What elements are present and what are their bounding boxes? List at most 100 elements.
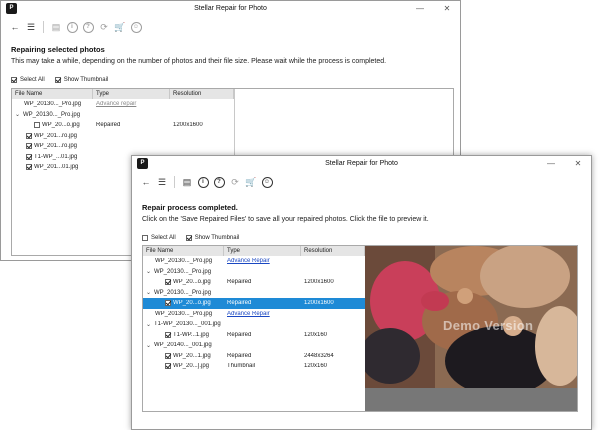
resolution: 120x160 xyxy=(304,331,328,338)
close-icon[interactable]: ✕ xyxy=(440,3,454,14)
file-name-cell: ⌄ WP_20130..._Pro.jpg xyxy=(143,289,224,297)
table-row[interactable]: ⌄ WP_20130..._Pro.jpg xyxy=(143,288,365,299)
advance-repair-link[interactable]: Advance Repair xyxy=(227,258,270,264)
file-name: WP_201...ro.jpg xyxy=(34,132,78,139)
chevron-down-icon[interactable]: ⌄ xyxy=(15,111,21,118)
table-row[interactable]: WP_201...ro.jpg xyxy=(12,141,453,152)
column-header-type[interactable]: Type xyxy=(224,246,301,256)
chevron-down-icon[interactable]: ⌄ xyxy=(146,268,152,275)
save-files-icon[interactable]: ▤ xyxy=(50,21,62,33)
type-cell: Advance Repair xyxy=(224,311,301,317)
file-name-cell: ⌄ WP_20130..._Pro.jpg xyxy=(12,111,93,119)
file-name: WP_20...o.jpg xyxy=(173,279,211,286)
file-name-cell: WP_201...ro.jpg xyxy=(12,132,93,139)
cart-icon[interactable]: 🛒 xyxy=(245,176,257,188)
advance-repair-link[interactable]: Advance Repair xyxy=(227,311,270,317)
menu-icon[interactable]: ☰ xyxy=(156,176,168,188)
back-arrow-icon[interactable]: ← xyxy=(140,176,152,188)
window-title: Stellar Repair for Photo xyxy=(194,5,267,12)
table-row[interactable]: WP_20...1.jpg Repaired 2448x3264 xyxy=(143,351,365,362)
help-icon[interactable]: ? xyxy=(82,21,94,33)
minimize-icon[interactable]: — xyxy=(413,3,427,14)
resolution: 1200x1600 xyxy=(173,122,203,129)
table-row[interactable]: ⌄ WP_20130..._Pro.jpg xyxy=(143,267,365,278)
cart-icon[interactable]: 🛒 xyxy=(114,21,126,33)
info-icon[interactable]: i xyxy=(66,21,78,33)
refresh-icon[interactable]: ⟳ xyxy=(98,21,110,33)
info-icon[interactable]: i xyxy=(197,176,209,188)
save-files-icon[interactable]: ▤ xyxy=(181,176,193,188)
resolution: 1200x1600 xyxy=(304,279,334,286)
table-row-selected[interactable]: WP_20...o.jpg Repaired 1200x1600 xyxy=(143,298,365,309)
checkbox-icon[interactable] xyxy=(165,279,171,286)
file-name-cell: ⌄ WP_20140..._001.jpg xyxy=(143,342,224,349)
file-name-cell: T1-WP_...01.jpg xyxy=(12,153,93,160)
checkbox-icon[interactable] xyxy=(165,331,171,338)
file-name: WP_201...01.jpg xyxy=(34,164,79,171)
type: Repaired xyxy=(227,331,252,338)
column-header-file-name[interactable]: File Name xyxy=(143,246,224,256)
chevron-down-icon[interactable]: ⌄ xyxy=(146,342,152,349)
checkbox-icon[interactable] xyxy=(26,143,32,150)
select-all-checkbox[interactable]: Select All xyxy=(142,235,176,241)
help-icon[interactable]: ? xyxy=(213,176,225,188)
file-name: T1-WP_20130..._001.jpg xyxy=(154,321,221,328)
table-row[interactable]: WP_20...o.jpg Repaired 1200x1600 xyxy=(12,120,453,131)
file-name: WP_20...o.jpg xyxy=(42,122,80,129)
menu-icon[interactable]: ☰ xyxy=(25,21,37,33)
select-all-checkbox[interactable]: Select All xyxy=(11,77,45,83)
table-row[interactable]: WP_20130..._Pro.jpg Advance Repair xyxy=(143,309,365,320)
type-cell: Advance repair xyxy=(93,101,170,107)
chevron-down-icon[interactable]: ⌄ xyxy=(146,321,152,328)
advance-repair-link[interactable]: Advance repair xyxy=(96,101,136,107)
file-name: WP_20...1.jpg xyxy=(173,352,211,359)
table-row[interactable]: WP_20130..._Pro.jpg Advance Repair xyxy=(143,256,365,267)
status-message: This may take a while, depending on the … xyxy=(11,58,387,65)
chevron-down-icon[interactable]: ⌄ xyxy=(146,289,152,296)
refresh-icon[interactable]: ⟳ xyxy=(229,176,241,188)
table-row[interactable]: ⌄ T1-WP_20130..._001.jpg xyxy=(143,319,365,330)
checkbox-icon xyxy=(185,235,192,241)
table-row[interactable]: T1-WP...1.jpg Repaired 120x160 xyxy=(143,330,365,341)
file-rows: WP_20130..._Pro.jpg Advance Repair ⌄ WP_2… xyxy=(143,256,365,372)
account-icon[interactable]: ☺ xyxy=(130,21,142,33)
resolution: 120x160 xyxy=(304,363,328,370)
table-row[interactable]: ⌄ WP_20130..._Pro.jpg xyxy=(12,110,453,121)
file-name-cell: WP_201...01.jpg xyxy=(12,164,93,171)
file-name-cell: WP_201...ro.jpg xyxy=(12,143,93,150)
table-row[interactable]: WP_20130..._Pro.jpg Advance repair xyxy=(12,99,453,110)
show-thumbnail-checkbox[interactable]: Show Thumbnail xyxy=(54,77,108,83)
show-thumbnail-label: Show Thumbnail xyxy=(194,235,240,241)
table-row[interactable]: ⌄ WP_20140..._001.jpg xyxy=(143,340,365,351)
column-header-type[interactable]: Type xyxy=(93,89,170,99)
checkbox-icon[interactable] xyxy=(34,122,40,129)
checkbox-icon xyxy=(11,77,17,83)
file-name: WP_201...ro.jpg xyxy=(34,143,78,150)
table-row[interactable]: WP_201...ro.jpg xyxy=(12,131,453,142)
toolbar: ← ☰ ▤ i ? ⟳ 🛒 ☺ xyxy=(1,17,460,37)
table-row[interactable]: WP_20...o.jpg Repaired 1200x1600 xyxy=(143,277,365,288)
column-header-resolution[interactable]: Resolution xyxy=(301,246,365,256)
account-icon[interactable]: ☺ xyxy=(261,176,273,188)
file-name-cell: WP_20...o.jpg xyxy=(12,122,93,129)
list-options: Select All Show Thumbnail xyxy=(142,235,239,241)
checkbox-icon[interactable] xyxy=(26,153,32,160)
table-row[interactable]: WP_20...].jpg Thumbnail 120x160 xyxy=(143,361,365,372)
checkbox-icon[interactable] xyxy=(26,164,32,171)
checkbox-icon[interactable] xyxy=(165,363,171,370)
title-bar: P Stellar Repair for Photo — ✕ xyxy=(1,1,460,17)
minimize-icon[interactable]: — xyxy=(544,158,558,169)
back-arrow-icon[interactable]: ← xyxy=(9,21,21,33)
list-header: File Name Type Resolution xyxy=(143,246,365,256)
show-thumbnail-checkbox[interactable]: Show Thumbnail xyxy=(185,235,240,241)
resolution: 2448x3264 xyxy=(304,352,334,359)
column-header-resolution[interactable]: Resolution xyxy=(170,89,234,99)
file-name: WP_20140..._001.jpg xyxy=(154,342,212,349)
checkbox-icon[interactable] xyxy=(165,352,171,359)
close-icon[interactable]: ✕ xyxy=(571,158,585,169)
checkbox-icon[interactable] xyxy=(26,132,32,139)
checkbox-icon[interactable] xyxy=(165,300,171,307)
resolution: 1200x1600 xyxy=(304,300,334,307)
file-name-cell: WP_20...1.jpg xyxy=(143,352,224,359)
column-header-file-name[interactable]: File Name xyxy=(12,89,93,99)
